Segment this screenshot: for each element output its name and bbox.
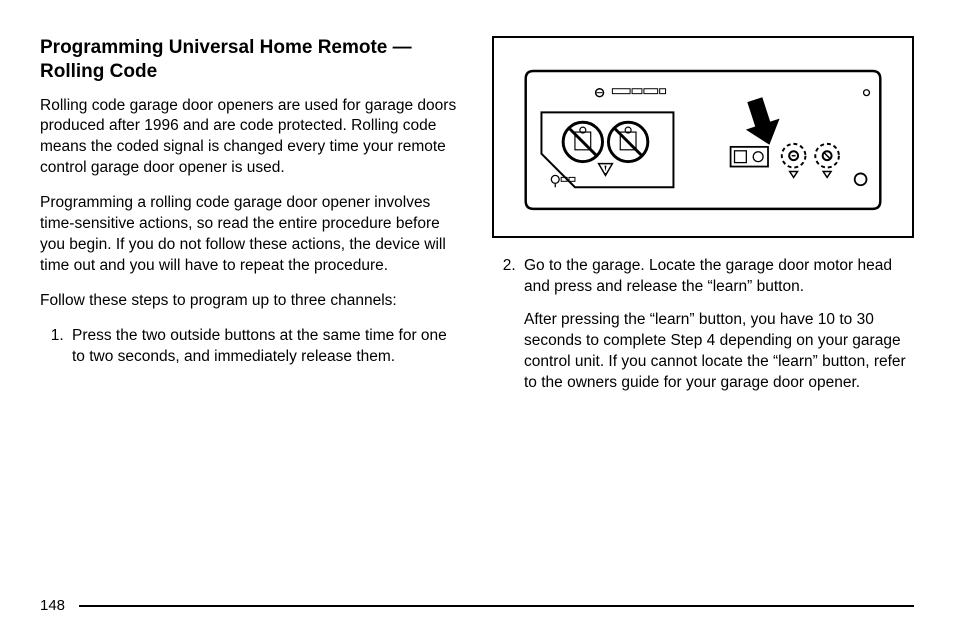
section-heading: Programming Universal Home Remote — Roll… (40, 36, 462, 84)
two-column-layout: Programming Universal Home Remote — Roll… (40, 36, 914, 576)
left-column: Programming Universal Home Remote — Roll… (40, 36, 462, 576)
page-number: 148 (40, 597, 79, 614)
right-column: Go to the garage. Locate the garage door… (492, 36, 914, 576)
intro-paragraph-1: Rolling code garage door openers are use… (40, 96, 462, 180)
intro-paragraph-2: Programming a rolling code garage door o… (40, 193, 462, 277)
procedure-list-left: Press the two outside buttons at the sam… (68, 326, 462, 368)
manual-page: Programming Universal Home Remote — Roll… (0, 0, 954, 636)
step-2-text: Go to the garage. Locate the garage door… (524, 257, 892, 295)
step-1-text: Press the two outside buttons at the sam… (72, 327, 447, 365)
garage-opener-illustration-svg (506, 50, 900, 224)
page-footer: 148 (40, 597, 914, 614)
step-1: Press the two outside buttons at the sam… (68, 326, 462, 368)
footer-rule (79, 605, 914, 607)
intro-paragraph-3: Follow these steps to program up to thre… (40, 291, 462, 312)
garage-opener-figure (492, 36, 914, 238)
step-2: Go to the garage. Locate the garage door… (520, 256, 914, 394)
procedure-list-right: Go to the garage. Locate the garage door… (520, 256, 914, 394)
step-2-extra-text: After pressing the “learn” button, you h… (524, 310, 914, 394)
